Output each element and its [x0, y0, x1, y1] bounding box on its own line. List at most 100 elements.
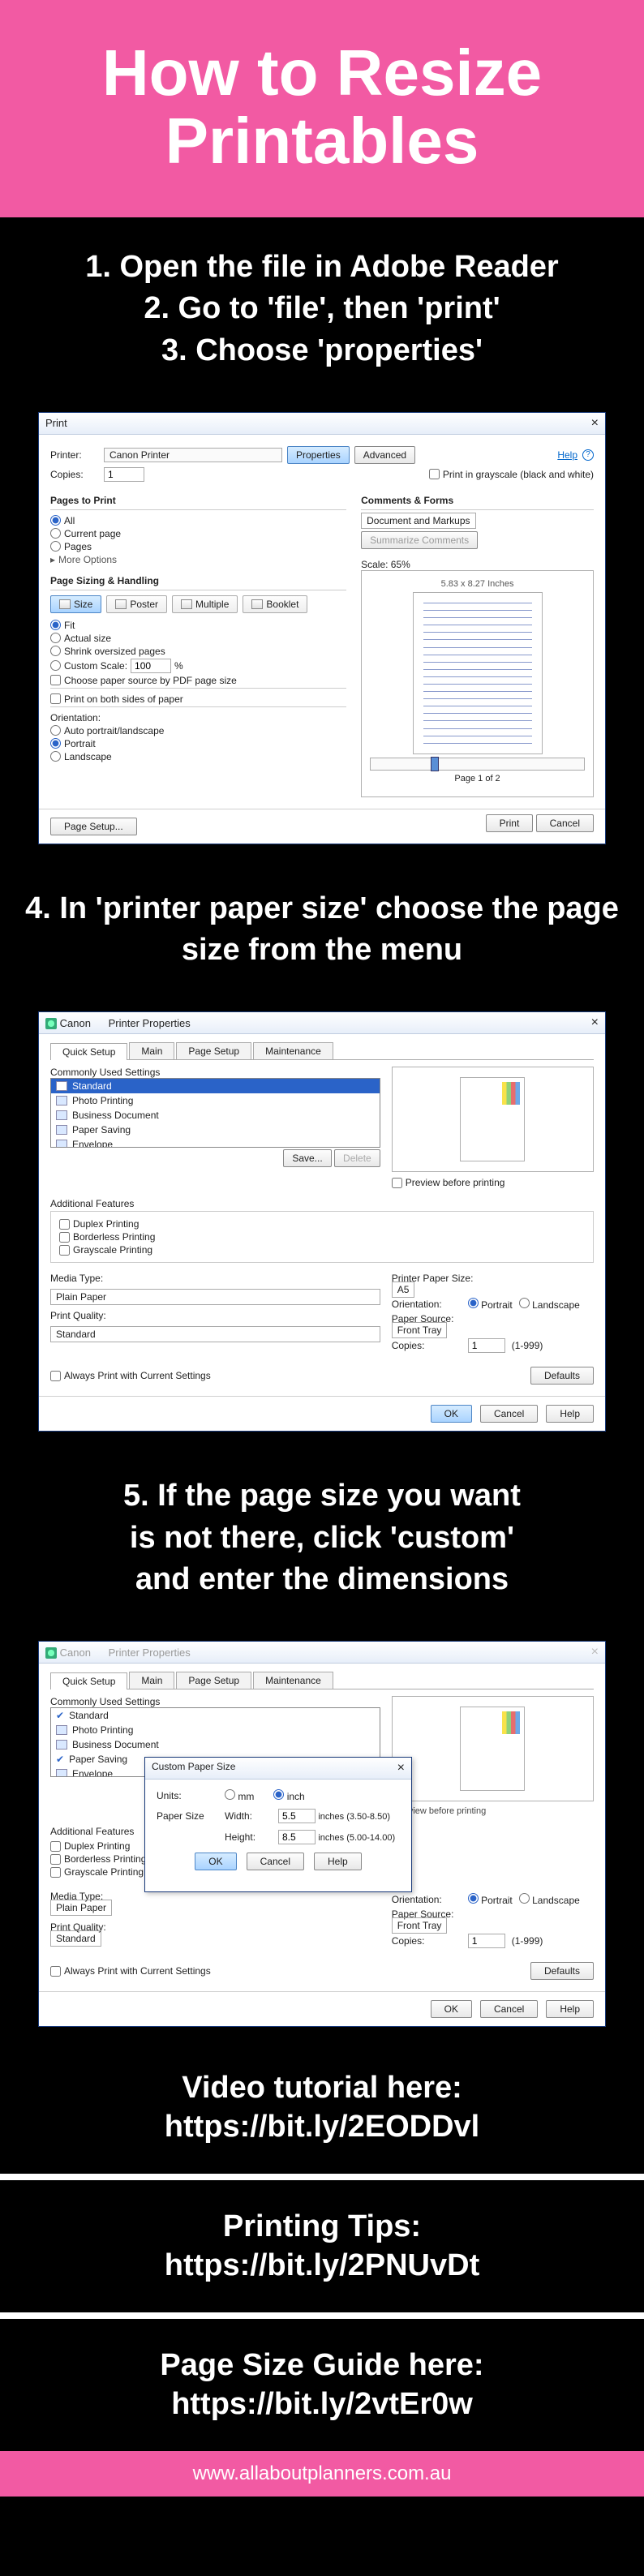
- copies-range: (1-999): [512, 1340, 543, 1351]
- print-dialog-title: Print: [45, 417, 67, 429]
- pages-to-print-header: Pages to Print: [50, 495, 346, 506]
- booklet-tab[interactable]: Booklet: [243, 595, 307, 613]
- help-button[interactable]: Help: [314, 1853, 362, 1870]
- defaults-button[interactable]: Defaults: [530, 1367, 594, 1385]
- printer-properties-dialog: Canon Printer Properties × Quick Setup M…: [38, 1011, 606, 1432]
- multiple-tab[interactable]: Multiple: [172, 595, 238, 613]
- preset-icon: [56, 1769, 67, 1777]
- preview-before-print-checkbox[interactable]: Preview before printing: [392, 1177, 594, 1188]
- fit-radio[interactable]: Fit: [50, 620, 346, 631]
- portrait-radio[interactable]: Portrait: [468, 1893, 513, 1906]
- tab-page-setup[interactable]: Page Setup: [176, 1672, 251, 1689]
- portrait-radio[interactable]: Portrait: [468, 1298, 513, 1311]
- portrait-radio[interactable]: Portrait: [50, 738, 346, 749]
- always-print-checkbox[interactable]: Always Print with Current Settings: [50, 1370, 211, 1381]
- canon-app-icon: [45, 1018, 57, 1029]
- inch-radio[interactable]: inch: [273, 1789, 304, 1802]
- slider-thumb[interactable]: [431, 757, 439, 771]
- both-sides-checkbox[interactable]: Print on both sides of paper: [50, 693, 346, 705]
- shrink-radio[interactable]: Shrink oversized pages: [50, 646, 346, 657]
- tab-quick-setup[interactable]: Quick Setup: [50, 1043, 127, 1060]
- close-icon[interactable]: ×: [591, 1645, 599, 1659]
- paper-size-select[interactable]: A5: [392, 1282, 415, 1298]
- print-button[interactable]: Print: [486, 814, 534, 832]
- close-icon[interactable]: ×: [591, 1015, 599, 1030]
- custom-scale-input[interactable]: [131, 659, 171, 673]
- summarize-button[interactable]: Summarize Comments: [361, 531, 478, 549]
- landscape-radio[interactable]: Landscape: [519, 1298, 580, 1311]
- page-slider[interactable]: [370, 758, 585, 771]
- delete-button[interactable]: Delete: [334, 1149, 380, 1167]
- list-item: Business Document: [51, 1108, 380, 1123]
- auto-orient-radio[interactable]: Auto portrait/landscape: [50, 725, 346, 736]
- ok-button[interactable]: OK: [431, 1405, 472, 1423]
- copies-input[interactable]: [468, 1338, 505, 1353]
- print-quality-select[interactable]: Standard: [50, 1930, 101, 1947]
- paper-size-label: Printer Paper Size:: [392, 1273, 594, 1284]
- defaults-button[interactable]: Defaults: [530, 1962, 594, 1980]
- grayscale-checkbox[interactable]: Grayscale Printing: [59, 1244, 585, 1256]
- printer-label: Printer:: [50, 449, 99, 461]
- tab-main[interactable]: Main: [129, 1672, 174, 1689]
- header-title: How to Resize Printables: [102, 36, 542, 177]
- width-input[interactable]: [278, 1809, 316, 1823]
- paper-source-select[interactable]: Front Tray: [392, 1322, 448, 1338]
- cancel-button[interactable]: Cancel: [480, 1405, 538, 1423]
- help-icon[interactable]: ?: [582, 449, 594, 461]
- paper-source-select[interactable]: Front Tray: [392, 1917, 448, 1934]
- mm-radio[interactable]: mm: [225, 1789, 254, 1802]
- landscape-radio[interactable]: Landscape: [519, 1893, 580, 1906]
- copies-input[interactable]: [104, 467, 144, 482]
- preset-icon: [56, 1110, 67, 1120]
- list-item: Photo Printing: [51, 1723, 380, 1737]
- chevron-right-icon[interactable]: ▸: [50, 554, 55, 565]
- landscape-radio[interactable]: Landscape: [50, 751, 346, 762]
- save-button[interactable]: Save...: [283, 1149, 331, 1167]
- tab-quick-setup[interactable]: Quick Setup: [50, 1672, 127, 1689]
- properties-button[interactable]: Properties: [287, 446, 350, 464]
- tab-maintenance[interactable]: Maintenance: [253, 1672, 333, 1689]
- height-input[interactable]: [278, 1830, 316, 1844]
- ok-button[interactable]: OK: [195, 1853, 236, 1870]
- size-icon: [59, 599, 71, 609]
- pages-range-radio[interactable]: Pages: [50, 541, 346, 552]
- cancel-button[interactable]: Cancel: [480, 2000, 538, 2018]
- copies-input[interactable]: [468, 1934, 505, 1948]
- advanced-button[interactable]: Advanced: [354, 446, 415, 464]
- borderless-checkbox[interactable]: Borderless Printing: [59, 1231, 585, 1243]
- tab-maintenance[interactable]: Maintenance: [253, 1042, 333, 1059]
- tab-main[interactable]: Main: [129, 1042, 174, 1059]
- cancel-button[interactable]: Cancel: [247, 1853, 304, 1870]
- always-print-checkbox[interactable]: Always Print with Current Settings: [50, 1965, 211, 1977]
- help-button[interactable]: Help: [546, 1405, 594, 1423]
- poster-tab[interactable]: Poster: [106, 595, 167, 613]
- print-quality-select[interactable]: Standard: [50, 1326, 380, 1342]
- pages-all-radio[interactable]: All: [50, 515, 346, 526]
- media-type-select[interactable]: Plain Paper: [50, 1900, 112, 1916]
- printer-select[interactable]: Canon Printer: [104, 448, 282, 462]
- cancel-button[interactable]: Cancel: [536, 814, 594, 832]
- tab-page-setup[interactable]: Page Setup: [176, 1042, 251, 1059]
- size-tab[interactable]: Size: [50, 595, 101, 613]
- settings-listbox[interactable]: Standard Photo Printing Business Documen…: [50, 1078, 380, 1148]
- pdf-source-checkbox[interactable]: Choose paper source by PDF page size: [50, 675, 346, 686]
- pages-current-radio[interactable]: Current page: [50, 528, 346, 539]
- close-icon[interactable]: ×: [591, 416, 599, 431]
- commonly-used-label: Commonly Used Settings: [50, 1067, 380, 1078]
- width-range: inches (3.50-8.50): [318, 1812, 390, 1822]
- actual-size-radio[interactable]: Actual size: [50, 633, 346, 644]
- help-link[interactable]: Help: [557, 449, 577, 461]
- close-icon[interactable]: ×: [397, 1761, 405, 1775]
- grayscale-checkbox[interactable]: Print in grayscale (black and white): [429, 469, 594, 480]
- ok-button[interactable]: OK: [431, 2000, 472, 2018]
- duplex-checkbox[interactable]: Duplex Printing: [59, 1218, 585, 1230]
- custom-scale-radio[interactable]: Custom Scale: %: [50, 659, 346, 673]
- comments-select[interactable]: Document and Markups: [361, 513, 475, 529]
- step-3: 3. Choose 'properties': [16, 330, 628, 371]
- preview-before-print-checkbox[interactable]: Preview before printing: [392, 1806, 594, 1816]
- more-options[interactable]: More Options: [58, 554, 117, 565]
- media-type-select[interactable]: Plain Paper: [50, 1289, 380, 1305]
- page-setup-button[interactable]: Page Setup...: [50, 818, 137, 835]
- tips-title: Printing Tips:: [16, 2208, 628, 2247]
- help-button[interactable]: Help: [546, 2000, 594, 2018]
